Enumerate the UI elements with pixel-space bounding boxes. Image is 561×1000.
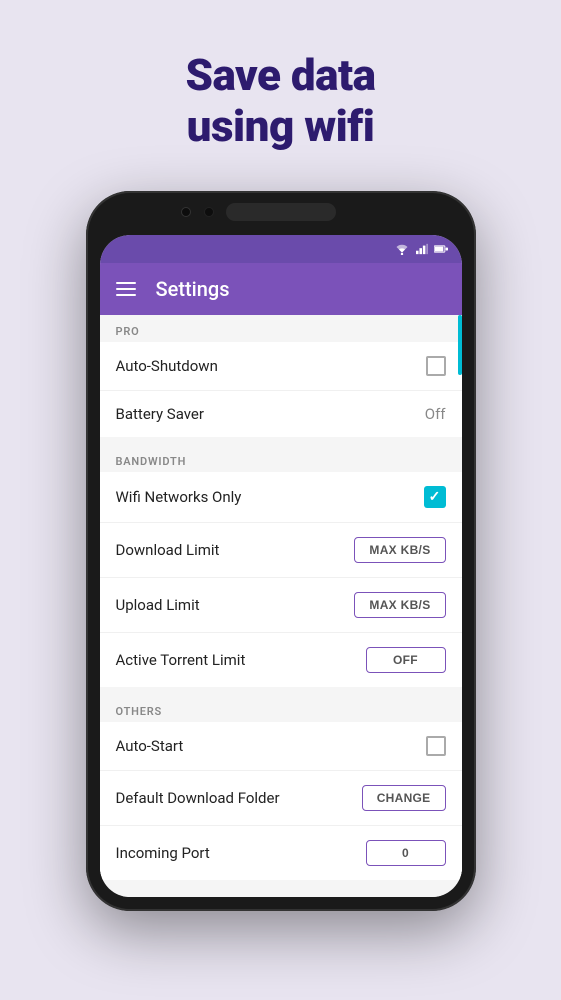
- section-others: Auto-Start Default Download Folder CHANG…: [100, 722, 462, 880]
- status-bar: [100, 235, 462, 263]
- row-auto-shutdown[interactable]: Auto-Shutdown: [100, 342, 462, 391]
- label-wifi-networks-only: Wifi Networks Only: [116, 488, 242, 506]
- row-upload-limit[interactable]: Upload Limit MAX KB/S: [100, 578, 462, 633]
- app-bar-title: Settings: [156, 277, 230, 301]
- headline-line2: using wifi: [187, 100, 375, 152]
- button-download-limit[interactable]: MAX KB/S: [354, 537, 445, 563]
- app-bar: Settings: [100, 263, 462, 315]
- row-active-torrent-limit[interactable]: Active Torrent Limit OFF: [100, 633, 462, 687]
- button-default-download-folder[interactable]: CHANGE: [362, 785, 446, 811]
- label-incoming-port: Incoming Port: [116, 844, 210, 862]
- button-incoming-port[interactable]: 0: [366, 840, 446, 866]
- phone-speaker: [226, 203, 336, 221]
- section-header-bandwidth: BANDWIDTH: [100, 445, 462, 472]
- row-auto-start[interactable]: Auto-Start: [100, 722, 462, 771]
- hamburger-menu-button[interactable]: [116, 282, 136, 296]
- phone-camera-right: [204, 207, 214, 217]
- row-incoming-port[interactable]: Incoming Port 0: [100, 826, 462, 880]
- button-upload-limit[interactable]: MAX KB/S: [354, 592, 445, 618]
- signal-status-icon: [416, 243, 428, 255]
- headline-line1: Save data: [185, 49, 375, 101]
- battery-status-icon: [434, 244, 448, 254]
- label-upload-limit: Upload Limit: [116, 596, 200, 614]
- label-download-limit: Download Limit: [116, 541, 220, 559]
- section-bandwidth: Wifi Networks Only ✓ Download Limit MAX …: [100, 472, 462, 687]
- checkmark-icon: ✓: [429, 490, 441, 504]
- wifi-status-icon: [394, 243, 410, 255]
- row-default-download-folder[interactable]: Default Download Folder CHANGE: [100, 771, 462, 826]
- section-header-others: OTHERS: [100, 695, 462, 722]
- checkbox-auto-start[interactable]: [426, 736, 446, 756]
- button-active-torrent-limit[interactable]: OFF: [366, 647, 446, 673]
- label-default-download-folder: Default Download Folder: [116, 789, 280, 807]
- label-auto-start: Auto-Start: [116, 737, 184, 755]
- phone-outer-frame: Settings PRO Auto-Shutdown Battery Saver…: [86, 191, 476, 911]
- value-battery-saver: Off: [425, 405, 446, 423]
- section-header-pro: PRO: [100, 315, 462, 342]
- row-battery-saver[interactable]: Battery Saver Off: [100, 391, 462, 437]
- checkbox-auto-shutdown[interactable]: [426, 356, 446, 376]
- settings-scroll-area[interactable]: PRO Auto-Shutdown Battery Saver Off BAND…: [100, 315, 462, 897]
- label-active-torrent-limit: Active Torrent Limit: [116, 651, 246, 669]
- phone-mockup: Settings PRO Auto-Shutdown Battery Saver…: [86, 191, 476, 911]
- section-pro: Auto-Shutdown Battery Saver Off: [100, 342, 462, 437]
- phone-screen: Settings PRO Auto-Shutdown Battery Saver…: [100, 235, 462, 897]
- label-auto-shutdown: Auto-Shutdown: [116, 357, 218, 375]
- headline: Save data using wifi: [185, 50, 375, 151]
- checkbox-wifi-networks-only[interactable]: ✓: [424, 486, 446, 508]
- label-battery-saver: Battery Saver: [116, 405, 204, 423]
- scrollbar-indicator: [458, 315, 462, 375]
- row-wifi-networks-only[interactable]: Wifi Networks Only ✓: [100, 472, 462, 523]
- phone-camera-left: [181, 207, 191, 217]
- row-download-limit[interactable]: Download Limit MAX KB/S: [100, 523, 462, 578]
